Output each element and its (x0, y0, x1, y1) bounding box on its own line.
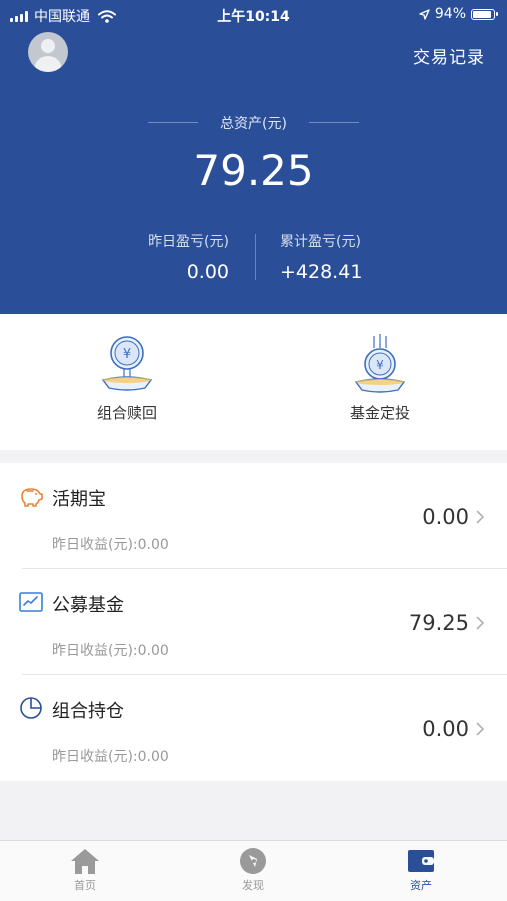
tab-home[interactable]: 首页 (45, 847, 125, 893)
yesterday-pnl-label: 昨日盈亏(元) (148, 234, 229, 250)
tab-label: 首页 (74, 879, 96, 892)
home-icon (71, 849, 99, 874)
list-item-yesterday-income: 昨日收益(元):0.00 (52, 537, 169, 553)
piggy-bank-icon (21, 488, 43, 507)
coin-fountain-icon: ¥ (101, 336, 153, 391)
battery-percent: 94% (434, 6, 466, 22)
quick-actions: ¥ 组合赎回 ¥ 基金定投 (0, 314, 507, 450)
wallet-icon (408, 850, 434, 872)
chevron-right-icon (476, 510, 485, 524)
avatar[interactable] (28, 32, 68, 72)
assets-header: 中国联通 上午10:14 94% 交易记录 总资产(元) 79.25 昨日盈亏(… (0, 0, 507, 314)
bottom-tab-bar: 首页 发现 资产 (0, 840, 507, 901)
tab-label: 发现 (242, 879, 264, 892)
svg-text:¥: ¥ (376, 358, 384, 372)
holdings-list: 活期宝 昨日收益(元):0.00 0.00 公募基金 昨日收益(元):0.00 … (0, 463, 507, 781)
portfolio-redeem-button[interactable]: ¥ 组合赎回 (52, 334, 202, 423)
tab-label: 资产 (410, 879, 432, 892)
list-item-value: 0.00 (422, 505, 469, 529)
tab-discover[interactable]: 发现 (213, 847, 293, 893)
cumulative-pnl-label: 累计盈亏(元) (280, 234, 361, 250)
list-item-yesterday-income: 昨日收益(元):0.00 (52, 643, 169, 659)
list-item-portfolio-holdings[interactable]: 组合持仓 昨日收益(元):0.00 0.00 (0, 675, 507, 781)
total-assets-value: 79.25 (193, 146, 314, 195)
list-item-title: 组合持仓 (52, 701, 124, 722)
portfolio-redeem-label: 组合赎回 (96, 404, 157, 422)
yesterday-pnl: 昨日盈亏(元) 0.00 (0, 231, 229, 283)
list-item-value: 79.25 (408, 611, 469, 635)
total-assets-label: 总资产(元) (220, 116, 287, 132)
list-item-mutual-fund[interactable]: 公募基金 昨日收益(元):0.00 79.25 (0, 569, 507, 675)
list-item-title: 活期宝 (52, 489, 106, 510)
fund-auto-invest-label: 基金定投 (349, 404, 410, 422)
chevron-right-icon (476, 616, 485, 630)
yesterday-pnl-value: 0.00 (186, 261, 229, 283)
line-chart-icon (19, 592, 43, 612)
compass-icon (240, 848, 266, 874)
list-item-yesterday-income: 昨日收益(元):0.00 (52, 749, 169, 765)
transaction-records-link[interactable]: 交易记录 (413, 43, 485, 68)
list-item-title: 公募基金 (52, 595, 124, 616)
coin-drop-icon: ¥ (354, 334, 406, 393)
pnl-divider (255, 234, 256, 280)
list-item-value: 0.00 (422, 717, 469, 741)
cumulative-pnl-value: +428.41 (280, 261, 363, 283)
tab-assets[interactable]: 资产 (381, 847, 461, 893)
battery-icon (471, 8, 498, 20)
status-bar: 中国联通 上午10:14 94% (0, 0, 507, 28)
cumulative-pnl: 累计盈亏(元) +428.41 (280, 231, 480, 283)
pie-chart-icon (20, 697, 42, 719)
chevron-right-icon (476, 722, 485, 736)
location-arrow-icon (419, 8, 430, 20)
fund-auto-invest-button[interactable]: ¥ 基金定投 (305, 334, 455, 423)
list-item-current-account[interactable]: 活期宝 昨日收益(元):0.00 0.00 (0, 463, 507, 569)
svg-text:¥: ¥ (123, 347, 131, 362)
